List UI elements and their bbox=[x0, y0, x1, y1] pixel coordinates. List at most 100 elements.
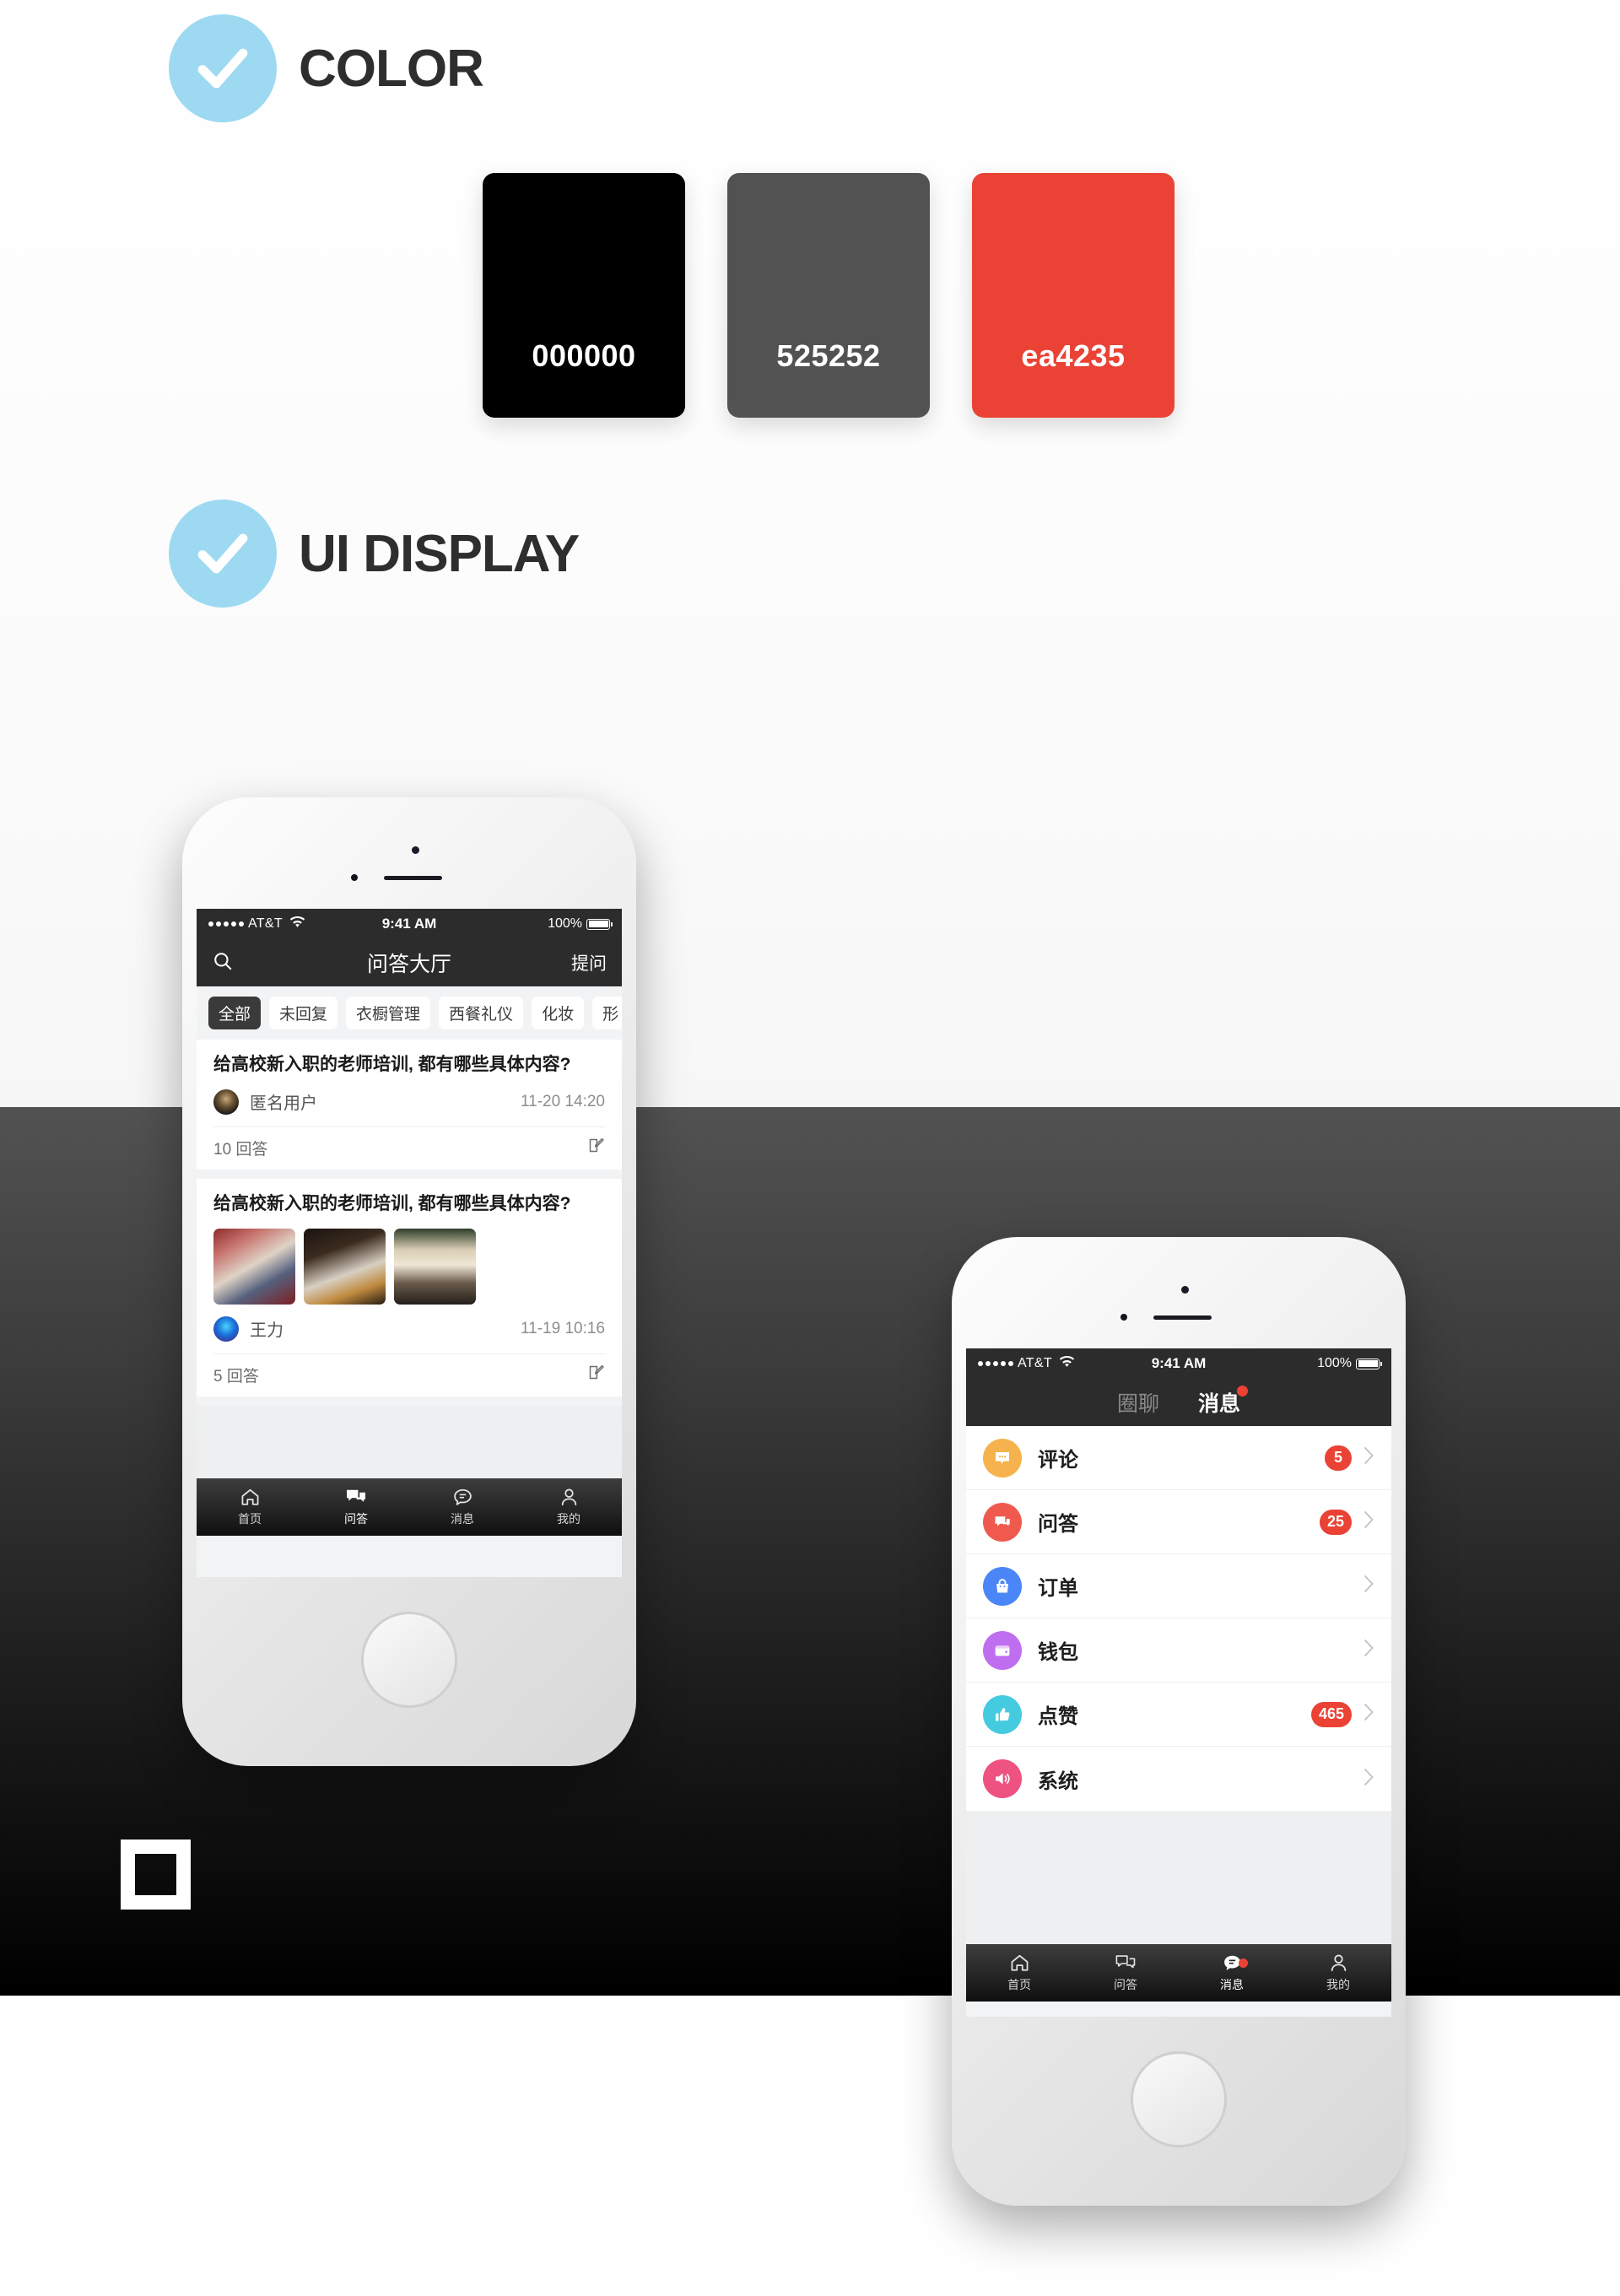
bottom-tab-bar[interactable]: 首页 问答 消息 我的 bbox=[966, 1944, 1391, 2002]
chevron-right-icon bbox=[1364, 1766, 1374, 1792]
tab-qa-label: 问答 bbox=[344, 1511, 368, 1526]
category-chip-makeup[interactable]: 化妆 bbox=[532, 997, 585, 1029]
phone-mockup-qa-hall: AT&T 9:41 AM 100% 问答大厅 提问 全部 未回复 衣橱管理 西餐… bbox=[182, 797, 636, 1766]
color-palette: 000000 525252 ea4235 bbox=[483, 173, 1174, 418]
category-chip-all[interactable]: 全部 bbox=[208, 997, 262, 1029]
carrier-label: AT&T bbox=[248, 916, 283, 931]
signal-dots-icon bbox=[978, 1361, 1013, 1366]
question-timestamp: 11-19 10:16 bbox=[520, 1319, 605, 1337]
list-item-system[interactable]: 系统 bbox=[966, 1747, 1391, 1811]
tab-messages[interactable]: 消息 bbox=[409, 1487, 516, 1527]
question-thumbnails bbox=[213, 1228, 605, 1305]
earpiece-speaker bbox=[1153, 1315, 1212, 1320]
color-swatch: 525252 bbox=[727, 173, 930, 418]
ios-status-bar: AT&T 9:41 AM 100% bbox=[197, 909, 622, 939]
list-item-qa[interactable]: 问答 25 bbox=[966, 1490, 1391, 1554]
thumbs-up-icon bbox=[983, 1694, 1022, 1734]
question-footer: 10 回答 bbox=[213, 1126, 605, 1170]
category-chip-unanswered[interactable]: 未回复 bbox=[269, 997, 338, 1029]
carrier-label: AT&T bbox=[1018, 1356, 1052, 1370]
list-empty-space bbox=[966, 1811, 1391, 1944]
tab-home-label: 首页 bbox=[1007, 1978, 1031, 1991]
list-item-label: 钱包 bbox=[1038, 1641, 1078, 1664]
color-swatch-label: 000000 bbox=[532, 338, 636, 373]
tab-home[interactable]: 首页 bbox=[966, 1953, 1072, 1993]
proximity-sensor bbox=[1120, 1314, 1127, 1321]
unread-badge: 25 bbox=[1319, 1509, 1352, 1535]
tab-messages[interactable]: 消息 bbox=[1179, 1953, 1285, 1993]
ask-question-button[interactable]: 提问 bbox=[571, 950, 607, 975]
tab-messages-label: 消息 bbox=[1220, 1978, 1244, 1991]
battery-icon bbox=[586, 918, 613, 930]
tab-profile[interactable]: 我的 bbox=[1285, 1953, 1391, 1993]
list-empty-space bbox=[197, 1405, 622, 1478]
chevron-right-icon bbox=[1364, 1637, 1374, 1663]
signal-dots-icon bbox=[208, 921, 244, 927]
category-chip-wardrobe[interactable]: 衣橱管理 bbox=[346, 997, 431, 1029]
tab-qa[interactable]: 问答 bbox=[1072, 1953, 1179, 1993]
ui-display-section-title: UI DISPLAY bbox=[299, 524, 580, 583]
home-button[interactable] bbox=[361, 1612, 457, 1708]
question-thumbnail[interactable] bbox=[304, 1228, 386, 1305]
unread-dot-badge bbox=[1238, 1958, 1248, 1968]
list-item-likes[interactable]: 点赞 465 bbox=[966, 1683, 1391, 1747]
category-chip-row[interactable]: 全部 未回复 衣橱管理 西餐礼仪 化妆 形 bbox=[197, 986, 622, 1040]
unread-dot-badge bbox=[1237, 1386, 1249, 1397]
phone-mockup-messages: AT&T 9:41 AM 100% 圈聊 消息 评论 5 问答 25 订单 钱包… bbox=[952, 1237, 1406, 2206]
question-card[interactable]: 给高校新入职的老师培训, 都有哪些具体内容? 匿名用户 11-20 14:20 … bbox=[197, 1040, 622, 1170]
wallet-icon bbox=[983, 1630, 1022, 1670]
list-item-comments[interactable]: 评论 5 bbox=[966, 1426, 1391, 1490]
avatar bbox=[213, 1089, 239, 1115]
tab-profile[interactable]: 我的 bbox=[516, 1487, 622, 1527]
qa-hall-nav-bar: 问答大厅 提问 bbox=[197, 939, 622, 986]
message-category-list: 评论 5 问答 25 订单 钱包 点赞 465 系统 bbox=[966, 1426, 1391, 1811]
question-thumbnail[interactable] bbox=[394, 1228, 476, 1305]
category-chip-overflow[interactable]: 形 bbox=[592, 997, 622, 1029]
chevron-right-icon bbox=[1364, 1573, 1374, 1599]
unread-badge: 5 bbox=[1325, 1445, 1352, 1471]
answer-edit-icon[interactable] bbox=[587, 1364, 605, 1386]
question-card[interactable]: 给高校新入职的老师培训, 都有哪些具体内容? 王力 11-19 10:16 5 … bbox=[197, 1178, 622, 1397]
list-item-wallet[interactable]: 钱包 bbox=[966, 1618, 1391, 1683]
ui-display-section-header: UI DISPLAY bbox=[169, 500, 580, 608]
chevron-right-icon bbox=[1364, 1509, 1374, 1535]
nav-tab-messages[interactable]: 消息 bbox=[1198, 1386, 1249, 1418]
bottom-tab-bar[interactable]: 首页 问答 消息 我的 bbox=[197, 1478, 622, 1536]
search-icon[interactable] bbox=[212, 950, 234, 976]
earpiece-speaker bbox=[384, 876, 442, 880]
tab-qa-label: 问答 bbox=[1114, 1978, 1137, 1991]
phone-screen: AT&T 9:41 AM 100% 问答大厅 提问 全部 未回复 衣橱管理 西餐… bbox=[197, 909, 622, 1577]
list-item-label: 问答 bbox=[1038, 1513, 1078, 1536]
question-author: 王力 bbox=[250, 1321, 284, 1341]
messages-nav-tabs[interactable]: 圈聊 消息 bbox=[966, 1379, 1391, 1426]
decorative-square bbox=[121, 1840, 191, 1910]
category-chip-dining[interactable]: 西餐礼仪 bbox=[439, 997, 524, 1029]
question-timestamp: 11-20 14:20 bbox=[520, 1092, 605, 1110]
battery-icon bbox=[1356, 1358, 1382, 1369]
color-section-title: COLOR bbox=[299, 39, 484, 98]
list-item-orders[interactable]: 订单 bbox=[966, 1554, 1391, 1618]
home-button[interactable] bbox=[1131, 2051, 1227, 2147]
color-section-header: COLOR bbox=[169, 14, 484, 122]
speaker-icon bbox=[983, 1759, 1022, 1798]
ios-status-bar: AT&T 9:41 AM 100% bbox=[966, 1348, 1391, 1379]
avatar bbox=[213, 1315, 239, 1342]
question-title: 给高校新入职的老师培训, 都有哪些具体内容? bbox=[213, 1055, 571, 1074]
proximity-sensor bbox=[351, 874, 358, 881]
question-thumbnail[interactable] bbox=[213, 1228, 295, 1305]
status-bar-right: 100% bbox=[1317, 1356, 1382, 1371]
list-item-label: 系统 bbox=[1038, 1769, 1078, 1793]
unread-badge: 465 bbox=[1310, 1701, 1352, 1727]
tab-messages-label: 消息 bbox=[451, 1511, 474, 1526]
tab-home-label: 首页 bbox=[238, 1511, 262, 1526]
front-camera bbox=[1181, 1286, 1189, 1294]
status-bar-left: AT&T bbox=[978, 1355, 1075, 1372]
nav-tab-circle-chat[interactable]: 圈聊 bbox=[1117, 1387, 1159, 1418]
front-camera bbox=[412, 846, 419, 854]
tab-qa[interactable]: 问答 bbox=[303, 1487, 409, 1527]
tab-home[interactable]: 首页 bbox=[197, 1487, 303, 1527]
tab-profile-label: 我的 bbox=[1326, 1978, 1350, 1991]
list-item-label: 点赞 bbox=[1038, 1705, 1078, 1728]
answer-edit-icon[interactable] bbox=[587, 1137, 605, 1159]
bag-icon bbox=[983, 1566, 1022, 1606]
